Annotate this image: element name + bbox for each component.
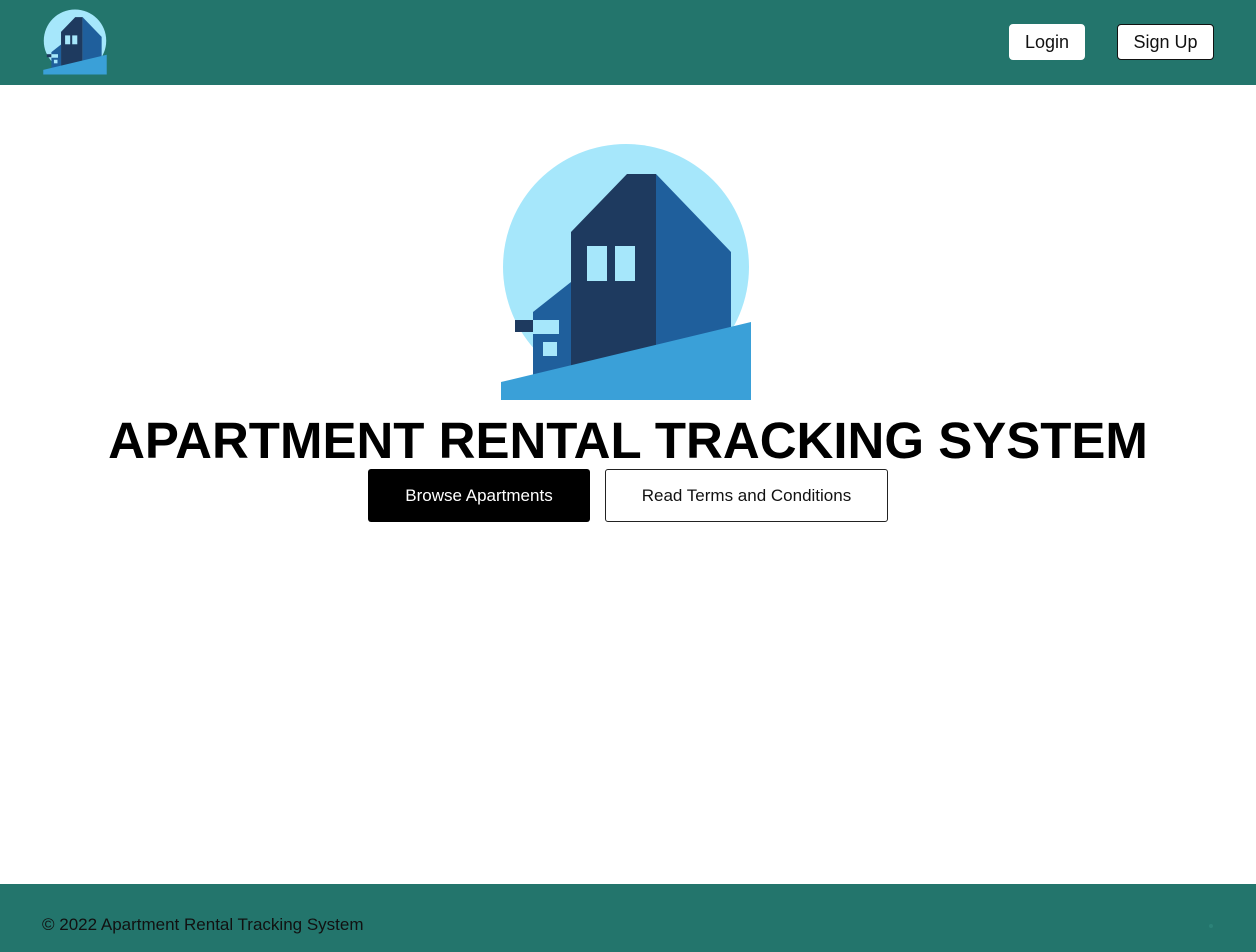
signup-button[interactable]: Sign Up [1117, 24, 1214, 60]
login-button[interactable]: Login [1009, 24, 1085, 60]
copyright-text: © 2022 Apartment Rental Tracking System [42, 915, 364, 934]
page-title: APARTMENT RENTAL TRACKING SYSTEM [108, 412, 1148, 469]
read-terms-button[interactable]: Read Terms and Conditions [605, 469, 888, 522]
apartment-building-logo-icon[interactable] [42, 9, 108, 75]
apartment-building-logo-icon [501, 144, 751, 400]
page-footer: © 2022 Apartment Rental Tracking System [0, 884, 1256, 952]
footer-dot-icon [1209, 924, 1213, 928]
top-navbar: Login Sign Up [0, 0, 1256, 85]
browse-apartments-button[interactable]: Browse Apartments [368, 469, 590, 522]
